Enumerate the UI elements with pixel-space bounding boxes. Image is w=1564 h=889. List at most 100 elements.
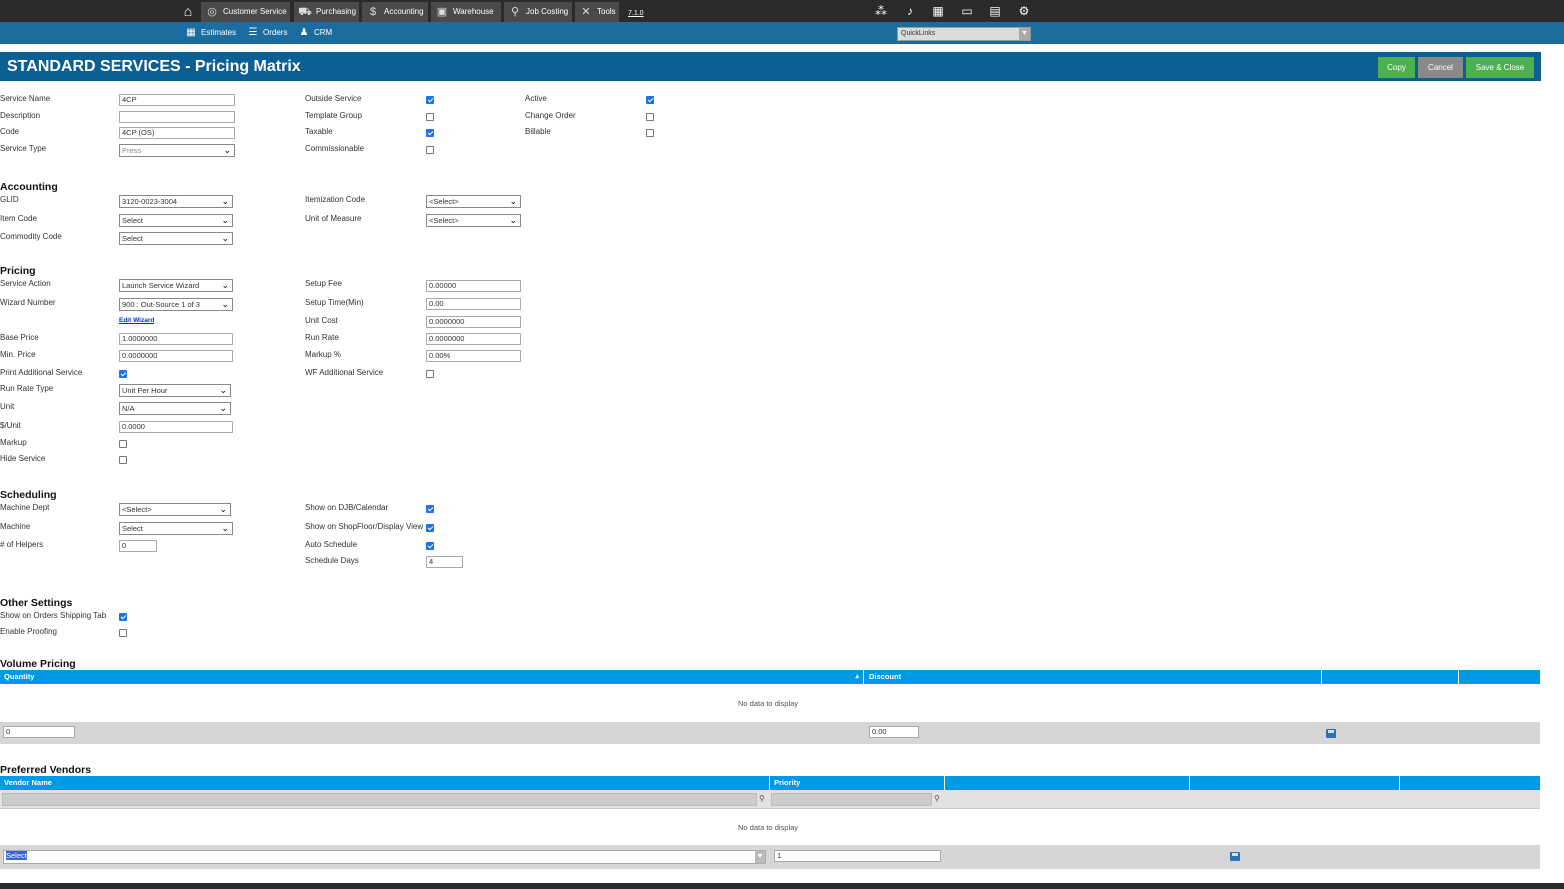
tab-accounting[interactable]: $ Accounting — [362, 2, 428, 22]
run-rate-input[interactable]: 0.0000000 — [426, 333, 521, 345]
billable-checkbox[interactable] — [646, 129, 654, 137]
run-rate-type-label: Run Rate Type — [0, 384, 54, 393]
tab-tools[interactable]: ✕ Tools — [575, 2, 619, 22]
show-shopfloor-checkbox[interactable] — [426, 524, 434, 532]
copy-button[interactable]: Copy — [1378, 57, 1415, 78]
outside-service-label: Outside Service — [305, 94, 362, 103]
machine-label: Machine — [0, 522, 31, 531]
quicklinks-dropdown[interactable]: QuickLinks ▼ — [897, 27, 1031, 41]
unit-of-measure-select[interactable]: <Select> ⌄ — [426, 214, 521, 227]
commodity-code-select[interactable]: Select ⌄ — [119, 232, 233, 245]
column-empty — [945, 776, 1190, 790]
unit-cost-input[interactable]: 0.0000000 — [426, 316, 521, 328]
network-icon[interactable]: ⁂ — [873, 3, 889, 19]
new-priority-input[interactable]: 1 — [774, 850, 941, 862]
tab-warehouse[interactable]: ▣ Warehouse — [431, 2, 501, 22]
setup-time-input[interactable]: 0.00 — [426, 298, 521, 310]
preferred-vendors-header: Vendor Name Priority — [0, 776, 1540, 790]
enable-proofing-label: Enable Proofing — [0, 627, 57, 636]
version-link[interactable]: 7.1.0 — [628, 10, 644, 17]
hide-service-label: Hide Service — [0, 454, 46, 463]
chevron-down-icon: ⌄ — [219, 504, 227, 514]
chevron-down-icon: ⌄ — [221, 523, 229, 533]
machine-dept-select[interactable]: <Select> ⌄ — [119, 503, 231, 516]
monitor-icon[interactable]: ▭ — [959, 3, 975, 19]
tab-job-costing[interactable]: ⚲ Job Costing — [504, 2, 572, 22]
commissionable-checkbox[interactable] — [426, 146, 434, 154]
nav-crm[interactable]: ♟ CRM — [298, 22, 333, 44]
save-icon[interactable] — [1230, 852, 1240, 861]
wizard-number-value: 900 : Out-Source 1 of 3 — [122, 300, 200, 309]
markup-checkbox[interactable] — [119, 440, 127, 448]
code-input[interactable]: 4CP (OS) — [119, 127, 235, 139]
schedule-days-input[interactable]: 4 — [426, 556, 463, 568]
unit-select[interactable]: N/A ⌄ — [119, 402, 231, 415]
cancel-button[interactable]: Cancel — [1418, 57, 1463, 78]
markup-pct-input[interactable]: 0.00% — [426, 350, 521, 362]
document-icon[interactable]: ▤ — [987, 3, 1003, 19]
chevron-down-icon: ⌄ — [223, 145, 231, 155]
unit-cost-label: Unit Cost — [305, 316, 338, 325]
helpers-input[interactable]: 0 — [119, 540, 157, 552]
commissionable-label: Commissionable — [305, 144, 365, 153]
save-icon[interactable] — [1326, 729, 1336, 738]
vendor-name-filter[interactable] — [2, 793, 757, 806]
show-shopfloor-label: Show on ShopFloor/Display View — [305, 522, 424, 531]
active-checkbox[interactable] — [646, 96, 654, 104]
new-vendor-combo[interactable]: Select ▼ — [3, 850, 766, 864]
print-additional-checkbox[interactable] — [119, 370, 127, 378]
edit-wizard-link[interactable]: Edit Wizard — [119, 317, 154, 324]
column-discount[interactable]: Discount — [865, 670, 1322, 684]
service-type-select[interactable]: Press ⌄ — [119, 144, 235, 157]
change-order-checkbox[interactable] — [646, 113, 654, 121]
chevron-down-icon[interactable]: ▼ — [755, 851, 765, 863]
template-group-checkbox[interactable] — [426, 113, 434, 121]
column-empty — [1459, 670, 1540, 684]
chevron-down-icon: ⌄ — [509, 196, 517, 206]
description-input[interactable] — [119, 111, 235, 123]
column-vendor-name[interactable]: Vendor Name — [0, 776, 770, 790]
auto-schedule-checkbox[interactable] — [426, 542, 434, 550]
show-shipping-checkbox[interactable] — [119, 613, 127, 621]
priority-filter[interactable] — [771, 793, 932, 806]
setup-fee-input[interactable]: 0.00000 — [426, 280, 521, 292]
gear-icon[interactable]: ⚙ — [1016, 3, 1032, 19]
min-price-input[interactable]: 0.0000000 — [119, 350, 233, 362]
enable-proofing-checkbox[interactable] — [119, 629, 127, 637]
calendar-icon[interactable]: ▦ — [930, 3, 946, 19]
glid-select[interactable]: 3120-0023-3004 ⌄ — [119, 195, 233, 208]
tab-purchasing[interactable]: ⛟ Purchasing — [294, 2, 359, 22]
nav-estimates[interactable]: ▦ Estimates — [185, 22, 236, 44]
wizard-number-select[interactable]: 900 : Out-Source 1 of 3 ⌄ — [119, 298, 233, 311]
markup-label: Markup — [0, 438, 27, 447]
tab-customer-service[interactable]: ◎ Customer Service — [201, 2, 290, 22]
column-label: Vendor Name — [4, 778, 52, 787]
save-close-button[interactable]: Save & Close — [1466, 57, 1534, 78]
show-djb-checkbox[interactable] — [426, 505, 434, 513]
filter-icon[interactable]: ⚲ — [934, 794, 940, 803]
bell-icon[interactable]: ♪ — [902, 3, 918, 19]
item-code-select[interactable]: Select ⌄ — [119, 214, 233, 227]
home-icon[interactable]: ⌂ — [180, 3, 196, 19]
setup-time-label: Setup Time(Min) — [305, 298, 364, 307]
outside-service-checkbox[interactable] — [426, 96, 434, 104]
wf-additional-checkbox[interactable] — [426, 370, 434, 378]
tab-label: Warehouse — [453, 7, 494, 16]
base-price-input[interactable]: 1.0000000 — [119, 333, 233, 345]
per-unit-input[interactable]: 0.0000 — [119, 421, 233, 433]
no-data-message: No data to display — [738, 823, 799, 832]
column-priority[interactable]: Priority — [770, 776, 945, 790]
itemization-code-select[interactable]: <Select> ⌄ — [426, 195, 521, 208]
taxable-checkbox[interactable] — [426, 129, 434, 137]
machine-select[interactable]: Select ⌄ — [119, 522, 233, 535]
new-quantity-input[interactable]: 0 — [3, 726, 75, 738]
service-name-input[interactable]: 4CP — [119, 94, 235, 106]
run-rate-type-select[interactable]: Unit Per Hour ⌄ — [119, 384, 231, 397]
filter-icon[interactable]: ⚲ — [759, 794, 765, 803]
column-quantity[interactable]: Quantity ▴ — [0, 670, 864, 684]
hide-service-checkbox[interactable] — [119, 456, 127, 464]
wizard-number-label: Wizard Number — [0, 298, 56, 307]
nav-orders[interactable]: ☰ Orders — [247, 22, 288, 44]
service-action-select[interactable]: Launch Service Wizard ⌄ — [119, 279, 233, 292]
new-discount-input[interactable]: 0.00 — [869, 726, 919, 738]
